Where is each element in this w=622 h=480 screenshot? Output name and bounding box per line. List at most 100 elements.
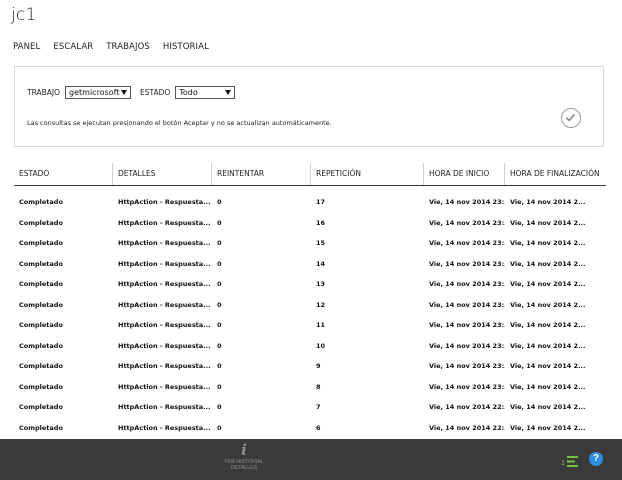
cell-hora-fin: Vie, 14 nov 2014 2... bbox=[510, 403, 586, 412]
table-header: ESTADO DETALLES REINTENTAR REPETICIÓN HO… bbox=[14, 163, 606, 186]
chevron-down-icon bbox=[121, 90, 128, 95]
cell-detalles: HttpAction - Respuesta... bbox=[118, 280, 211, 289]
bottom-command-bar: i VER HISTORIAL DETALLES 1 ? bbox=[0, 439, 622, 480]
filter-panel: TRABAJO getmicrosoft ESTADO Todo Las con… bbox=[14, 66, 604, 147]
nav-escalar[interactable]: ESCALAR bbox=[53, 42, 93, 52]
cell-estado: Completado bbox=[19, 300, 63, 309]
job-select[interactable]: getmicrosoft bbox=[65, 86, 132, 99]
cell-detalles: HttpAction - Respuesta... bbox=[118, 321, 211, 330]
table-row[interactable]: Completado HttpAction - Respuesta... 0 1… bbox=[14, 192, 606, 213]
history-table: ESTADO DETALLES REINTENTAR REPETICIÓN HO… bbox=[14, 163, 606, 438]
table-row[interactable]: Completado HttpAction - Respuesta... 0 1… bbox=[14, 254, 606, 275]
cell-reintentar: 0 bbox=[217, 198, 222, 207]
cell-detalles: HttpAction - Respuesta... bbox=[118, 218, 211, 227]
cell-reintentar: 0 bbox=[217, 423, 222, 432]
cell-repeticion: 15 bbox=[316, 239, 326, 248]
state-select-value: Todo bbox=[179, 88, 198, 97]
details-label-line2: DETALLES bbox=[230, 465, 258, 471]
accept-button[interactable] bbox=[561, 108, 581, 128]
cell-reintentar: 0 bbox=[217, 280, 222, 289]
queue-badge: 1 bbox=[561, 460, 565, 467]
check-icon bbox=[565, 113, 576, 122]
table-row[interactable]: Completado HttpAction - Respuesta... 0 1… bbox=[14, 274, 606, 295]
cell-reintentar: 0 bbox=[217, 259, 222, 268]
info-icon: i bbox=[241, 441, 247, 459]
cell-reintentar: 0 bbox=[217, 341, 222, 350]
cell-detalles: HttpAction - Respuesta... bbox=[118, 259, 211, 268]
cell-repeticion: 8 bbox=[316, 382, 321, 391]
cell-reintentar: 0 bbox=[217, 321, 222, 330]
cell-hora-fin: Vie, 14 nov 2014 2... bbox=[510, 423, 586, 432]
table-row[interactable]: Completado HttpAction - Respuesta... 0 1… bbox=[14, 213, 606, 234]
app-title: jc1 bbox=[11, 5, 37, 25]
cell-hora-fin: Vie, 14 nov 2014 2... bbox=[510, 300, 586, 309]
cell-estado: Completado bbox=[19, 423, 63, 432]
cell-detalles: HttpAction - Respuesta... bbox=[118, 423, 211, 432]
cell-estado: Completado bbox=[19, 362, 63, 371]
cell-repeticion: 9 bbox=[316, 362, 321, 371]
filter-note: Las consultas se ejecutan presionando el… bbox=[27, 119, 332, 127]
cell-hora-inicio: Vie, 14 nov 2014 23:... bbox=[429, 259, 505, 268]
cell-hora-inicio: Vie, 14 nov 2014 23:... bbox=[429, 239, 505, 248]
table-row[interactable]: Completado HttpAction - Respuesta... 0 6… bbox=[14, 418, 606, 439]
cell-estado: Completado bbox=[19, 280, 63, 289]
nav-panel[interactable]: PANEL bbox=[13, 42, 40, 52]
cell-estado: Completado bbox=[19, 198, 63, 207]
cell-hora-inicio: Vie, 14 nov 2014 23:... bbox=[429, 382, 505, 391]
header-estado[interactable]: ESTADO bbox=[14, 163, 113, 185]
table-row[interactable]: Completado HttpAction - Respuesta... 0 8… bbox=[14, 377, 606, 398]
table-row[interactable]: Completado HttpAction - Respuesta... 0 9… bbox=[14, 356, 606, 377]
table-row[interactable]: Completado HttpAction - Respuesta... 0 1… bbox=[14, 315, 606, 336]
top-nav: PANEL ESCALAR TRABAJOS HISTORIAL bbox=[13, 42, 222, 52]
table-row[interactable]: Completado HttpAction - Respuesta... 0 1… bbox=[14, 295, 606, 316]
cell-repeticion: 6 bbox=[316, 423, 321, 432]
queue-icon[interactable]: 1 bbox=[561, 453, 579, 472]
table-row[interactable]: Completado HttpAction - Respuesta... 0 1… bbox=[14, 336, 606, 357]
cell-hora-inicio: Vie, 14 nov 2014 23:... bbox=[429, 218, 505, 227]
table-row[interactable]: Completado HttpAction - Respuesta... 0 1… bbox=[14, 233, 606, 254]
cell-estado: Completado bbox=[19, 259, 63, 268]
cell-reintentar: 0 bbox=[217, 403, 222, 412]
nav-historial[interactable]: HISTORIAL bbox=[163, 42, 209, 52]
cell-repeticion: 12 bbox=[316, 300, 326, 309]
view-history-details-button[interactable]: i VER HISTORIAL DETALLES bbox=[220, 442, 268, 478]
nav-trabajos[interactable]: TRABAJOS bbox=[106, 42, 150, 52]
cell-hora-inicio: Vie, 14 nov 2014 23:... bbox=[429, 362, 505, 371]
filter-row: TRABAJO getmicrosoft ESTADO Todo bbox=[27, 86, 236, 99]
cell-hora-fin: Vie, 14 nov 2014 2... bbox=[510, 259, 586, 268]
cell-estado: Completado bbox=[19, 403, 63, 412]
cell-repeticion: 10 bbox=[316, 341, 326, 350]
cell-detalles: HttpAction - Respuesta... bbox=[118, 362, 211, 371]
cell-hora-fin: Vie, 14 nov 2014 2... bbox=[510, 341, 586, 350]
cell-hora-inicio: Vie, 14 nov 2014 23:... bbox=[429, 341, 505, 350]
header-detalles[interactable]: DETALLES bbox=[113, 163, 212, 185]
state-label: ESTADO bbox=[140, 88, 171, 97]
cell-hora-inicio: Vie, 14 nov 2014 22:... bbox=[429, 403, 505, 412]
cell-repeticion: 14 bbox=[316, 259, 326, 268]
job-select-value: getmicrosoft bbox=[69, 88, 120, 97]
header-reintentar[interactable]: REINTENTAR bbox=[212, 163, 311, 185]
cell-reintentar: 0 bbox=[217, 362, 222, 371]
cell-estado: Completado bbox=[19, 239, 63, 248]
table-body: Completado HttpAction - Respuesta... 0 1… bbox=[14, 186, 606, 438]
cell-hora-inicio: Vie, 14 nov 2014 23:... bbox=[429, 198, 505, 207]
cell-repeticion: 16 bbox=[316, 218, 326, 227]
cell-reintentar: 0 bbox=[217, 239, 222, 248]
cell-hora-fin: Vie, 14 nov 2014 2... bbox=[510, 198, 586, 207]
cell-detalles: HttpAction - Respuesta... bbox=[118, 382, 211, 391]
state-select[interactable]: Todo bbox=[175, 86, 236, 99]
cell-reintentar: 0 bbox=[217, 218, 222, 227]
cell-estado: Completado bbox=[19, 218, 63, 227]
cell-reintentar: 0 bbox=[217, 300, 222, 309]
cell-repeticion: 11 bbox=[316, 321, 326, 330]
cell-hora-inicio: Vie, 14 nov 2014 22:... bbox=[429, 423, 505, 432]
table-row[interactable]: Completado HttpAction - Respuesta... 0 7… bbox=[14, 397, 606, 418]
help-icon[interactable]: ? bbox=[589, 452, 603, 466]
cell-repeticion: 17 bbox=[316, 198, 326, 207]
header-repeticion[interactable]: REPETICIÓN bbox=[311, 163, 424, 185]
cell-hora-fin: Vie, 14 nov 2014 2... bbox=[510, 382, 586, 391]
header-hora-fin[interactable]: HORA DE FINALIZACIÓN bbox=[505, 163, 606, 185]
cell-hora-fin: Vie, 14 nov 2014 2... bbox=[510, 321, 586, 330]
header-hora-inicio[interactable]: HORA DE INICIO bbox=[424, 163, 505, 185]
cell-detalles: HttpAction - Respuesta... bbox=[118, 403, 211, 412]
